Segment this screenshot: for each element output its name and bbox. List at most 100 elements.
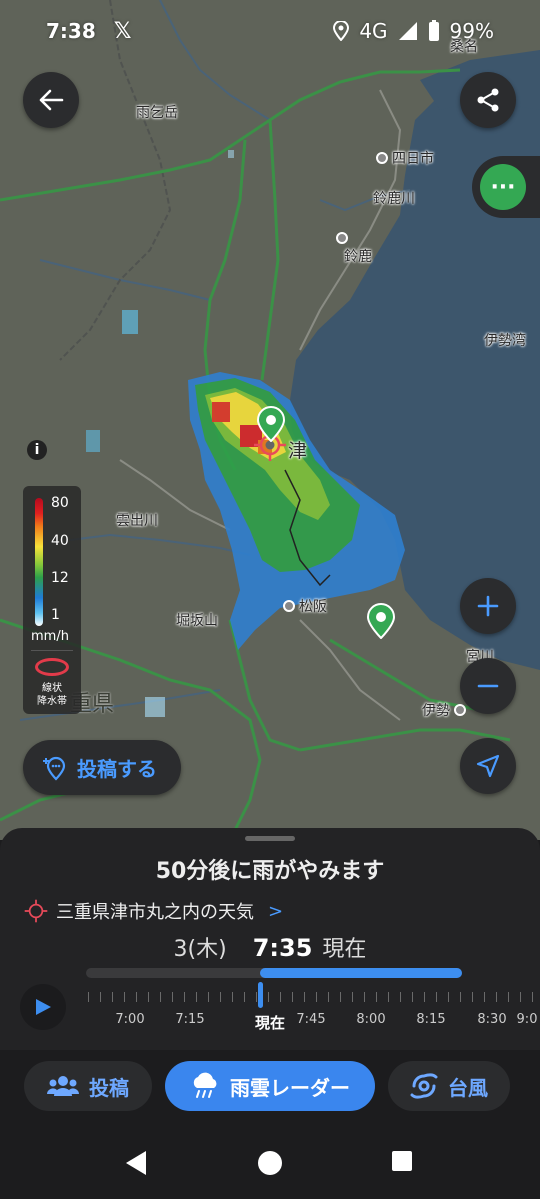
battery-icon — [428, 20, 439, 41]
now-indicator: 現在 — [322, 937, 367, 962]
zoom-out-button[interactable] — [460, 658, 516, 714]
timeline-ticks — [88, 990, 538, 1004]
timeline-label: 8:15 — [416, 1012, 446, 1027]
radar-map[interactable]: 雨乞岳 桑名 四日市 鈴鹿川 鈴鹿 伊勢湾 津 雲出川 松阪 堀坂山 重県 宮川… — [0, 0, 540, 840]
timeline-tick — [424, 992, 425, 1002]
user-post-pin-icon[interactable] — [256, 406, 286, 442]
status-time: 7:38 — [46, 19, 96, 43]
map-label-ise: 伊勢 — [422, 700, 470, 720]
map-label-suzukagawa: 鈴鹿川 — [373, 191, 415, 207]
timeline-tick — [496, 992, 497, 1002]
timeline-tick — [256, 992, 257, 1002]
tab-typhoon[interactable]: 台風 — [388, 1061, 510, 1111]
timeline-tick — [268, 992, 269, 1002]
tab-posts[interactable]: 投稿 — [24, 1061, 152, 1111]
tab-typhoon-label: 台風 — [448, 1075, 488, 1100]
more-options-icon: ··· — [480, 164, 526, 210]
play-icon — [36, 999, 51, 1015]
timeline-tick — [328, 992, 329, 1002]
location-name: 三重県津市丸之内の天気 — [56, 902, 254, 923]
timeline-tick — [532, 992, 533, 1002]
nav-home-icon[interactable] — [257, 1150, 283, 1176]
timeline-tick — [484, 992, 485, 1002]
timeline-tick — [136, 992, 137, 1002]
selected-clock: 7:35 — [252, 934, 313, 962]
rainband-label: 線状 降水帯 — [37, 683, 67, 707]
timeline-label-now: 現在 — [254, 1014, 286, 1032]
timeline-current-marker[interactable] — [258, 982, 263, 1008]
nav-back-icon[interactable] — [124, 1150, 148, 1176]
timeline-tick — [112, 992, 113, 1002]
status-bar: 7:38 𝕏 4G 99% — [0, 0, 540, 62]
timeline-label: 7:45 — [296, 1012, 326, 1027]
zoom-in-button[interactable] — [460, 578, 516, 634]
timeline-tick — [340, 992, 341, 1002]
user-post-pin-icon[interactable] — [366, 603, 396, 639]
timeline-label: 8:30 — [477, 1012, 507, 1027]
map-label-tsu: 津 — [288, 440, 308, 462]
timeline-tick — [184, 992, 185, 1002]
forecast-range-fill — [260, 968, 462, 978]
nav-recents-icon[interactable] — [391, 1150, 413, 1172]
add-post-icon — [43, 756, 66, 781]
map-label-suzuka: 鈴鹿 — [328, 232, 372, 266]
timeline-tick — [352, 992, 353, 1002]
post-button[interactable]: 投稿する — [23, 740, 181, 795]
rain-cloud-icon — [193, 1072, 217, 1098]
map-label-horisakayama: 堀坂山 — [176, 613, 218, 629]
network-type: 4G — [359, 19, 388, 43]
location-weather-link[interactable]: 三重県津市丸之内の天気 > — [24, 898, 283, 924]
legend-value-1: 1 — [51, 607, 60, 623]
timeline-tick — [316, 992, 317, 1002]
plus-icon — [477, 595, 499, 617]
info-icon[interactable]: i — [27, 440, 47, 460]
legend-value-80: 80 — [51, 495, 69, 511]
timeline-label: 8:00 — [356, 1012, 386, 1027]
timeline-tick — [208, 992, 209, 1002]
timeline-tick — [304, 992, 305, 1002]
map-label-yokkaichi: 四日市 — [376, 148, 434, 168]
timeline-tick — [400, 992, 401, 1002]
rain-stop-headline: 50分後に雨がやみます — [155, 859, 385, 884]
map-label-amagodake: 雨乞岳 — [136, 105, 178, 121]
back-button[interactable] — [23, 72, 79, 128]
timeline-label: 7:00 — [115, 1012, 145, 1027]
timeline-tick — [172, 992, 173, 1002]
legend-unit: mm/h — [31, 629, 69, 644]
timeline-label: 7:15 — [175, 1012, 205, 1027]
timeline-tick — [148, 992, 149, 1002]
timeline-label: 9:0 — [516, 1012, 538, 1027]
people-icon — [47, 1076, 79, 1096]
timeline-tick — [412, 992, 413, 1002]
timeline-tick — [376, 992, 377, 1002]
forecast-panel: 50分後に雨がやみます 三重県津市丸之内の天気 > 3(木) 7:35 現在 7:0… — [0, 828, 540, 1050]
timeline-tick — [280, 992, 281, 1002]
tab-rain-radar[interactable]: 雨雲レーダー — [165, 1061, 375, 1111]
selected-date: 3(木) — [173, 937, 227, 962]
map-label-matsusaka: 松阪 — [283, 596, 327, 616]
timeline-tick — [244, 992, 245, 1002]
precipitation-legend: 80 40 12 1 mm/h 線状 降水帯 — [23, 486, 81, 714]
timeline-tick — [220, 992, 221, 1002]
more-menu-tab[interactable]: ··· — [472, 156, 540, 218]
timeline-tick — [436, 992, 437, 1002]
my-location-button[interactable] — [460, 738, 516, 794]
timeline-tick — [100, 992, 101, 1002]
tab-rain-radar-label: 雨雲レーダー — [230, 1075, 350, 1100]
navigation-arrow-icon — [476, 754, 500, 778]
legend-color-bar — [35, 498, 43, 626]
timeline-tick — [472, 992, 473, 1002]
bottom-tabs: 投稿 雨雲レーダー 台風 — [0, 1050, 540, 1120]
panel-drag-handle[interactable] — [245, 836, 295, 841]
timeline-tick — [232, 992, 233, 1002]
share-button[interactable] — [460, 72, 516, 128]
timeline-tick — [388, 992, 389, 1002]
legend-value-12: 12 — [51, 570, 69, 586]
play-button[interactable] — [20, 984, 66, 1030]
signal-icon — [398, 22, 417, 40]
timeline-track[interactable] — [86, 968, 462, 978]
map-label-isewan: 伊勢湾 — [484, 333, 526, 349]
location-icon — [333, 21, 350, 41]
map-label-kumozugawa: 雲出川 — [116, 513, 158, 529]
rainband-ring-icon — [35, 658, 69, 676]
